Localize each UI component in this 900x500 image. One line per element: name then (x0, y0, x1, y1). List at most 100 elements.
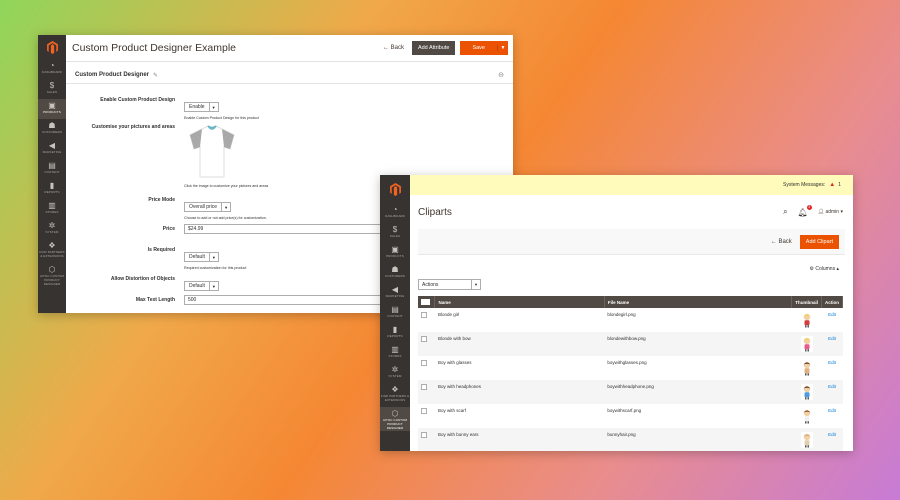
sidebar-item-reports[interactable]: ▮ REPORTS (38, 179, 66, 199)
table-row[interactable]: Boy with scarf boywithscarf.png Edit (418, 404, 843, 428)
sidebar-item-content[interactable]: ▤ CONTENT (38, 159, 66, 179)
admin-sidebar: ◔ DASHBOARD $ SALES ▣ PRODUCTS ☗ CUSTOMERS ◀ MARK… (380, 175, 410, 451)
sidebar-item-system[interactable]: ✲ SYSTEM (380, 363, 410, 383)
sidebar-item-marketing[interactable]: ◀ MARKETING (38, 139, 66, 159)
sidebar-item-content[interactable]: ▤ CONTENT (380, 303, 410, 323)
collapse-icon[interactable]: ⊖ (498, 71, 504, 79)
row-checkbox[interactable] (418, 404, 435, 428)
sidebar-item-partners[interactable]: ❖ FIND PARTNERS & EXTENSIONS (380, 383, 410, 407)
dashboard-icon: ◔ (392, 205, 398, 214)
sidebar-item-designer[interactable]: ⬡ AITOC CUSTOM PRODUCT DESIGNER (38, 263, 66, 287)
cell-file-name: blondegirl.png (607, 312, 636, 317)
cell-file-name: boywithheadphone.png (604, 380, 792, 404)
sidebar-item-designer[interactable]: ⬡ AITOC CUSTOM PRODUCT DESIGNER (380, 407, 410, 431)
table-row[interactable]: Blonde girl blondegirl.png Edit (418, 308, 843, 332)
gear-icon: ⚙ (809, 266, 814, 272)
clipart-thumbnail-image (800, 408, 813, 424)
edit-link[interactable]: Edit (828, 384, 836, 389)
sidebar-item-dashboard[interactable]: ◔ DASHBOARD (380, 203, 410, 223)
is-required-label: Is Required (147, 247, 175, 253)
row-checkbox[interactable] (418, 356, 435, 380)
sidebar-item-customers[interactable]: ☗ CUSTOMERS (38, 119, 66, 139)
is-required-select[interactable]: Default ▼ (184, 252, 219, 262)
cell-name: Boy with glasses (437, 360, 472, 365)
sidebar-item-sales[interactable]: $ SALES (38, 79, 66, 99)
edit-link[interactable]: Edit (828, 336, 836, 341)
sidebar-item-partners[interactable]: ❖ FIND PARTNERS & EXTENSIONS (38, 239, 66, 263)
cell-thumbnail (791, 380, 822, 404)
sales-icon: $ (49, 81, 55, 90)
add-attribute-button[interactable]: Add Attribute (411, 41, 456, 55)
magento-logo-icon[interactable] (38, 35, 66, 59)
save-dropdown-toggle[interactable]: ▼ (497, 45, 508, 51)
sidebar-item-label: SYSTEM (388, 374, 402, 378)
sidebar-item-dashboard[interactable]: ◔ DASHBOARD (38, 59, 66, 79)
column-thumbnail: Thumbnail (791, 296, 822, 308)
sidebar-item-products[interactable]: ▣ PRODUCTS (380, 243, 410, 263)
partners-icon: ❖ (391, 385, 399, 394)
enable-note: Enable Custom Product Design for this pr… (184, 116, 259, 120)
sidebar-item-sales[interactable]: $ SALES (380, 223, 410, 243)
marketing-icon: ◀ (391, 285, 399, 294)
max-text-label: Max Text Length (135, 297, 175, 303)
sidebar-item-reports[interactable]: ▮ REPORTS (380, 323, 410, 343)
add-clipart-button[interactable]: Add Clipart (799, 234, 839, 249)
table-row[interactable]: Boy with headphones boywithheadphone.png E… (418, 380, 843, 404)
page-actions-bar: ← Back Add Clipart (418, 229, 845, 255)
edit-link[interactable]: Edit (828, 432, 836, 437)
customers-icon: ☗ (391, 265, 399, 274)
sidebar-item-label: AITOC CUSTOM PRODUCT DESIGNER (382, 418, 408, 430)
search-icon[interactable]: ⌕ (783, 207, 787, 217)
back-label: Back (390, 45, 404, 51)
sidebar-item-label: CONTENT (387, 314, 403, 318)
magento-logo-icon[interactable] (380, 175, 410, 203)
system-messages-label: System Messages: (783, 182, 826, 188)
column-name[interactable]: Name (434, 296, 605, 308)
table-row[interactable]: Boy with glasses boywithglasses.png Edit (418, 356, 843, 380)
tshirt-preview-image[interactable] (184, 123, 240, 179)
system-messages-bar[interactable]: System Messages: ▲ 1 (410, 175, 853, 195)
column-file-name[interactable]: File Name (604, 296, 793, 308)
bell-icon[interactable]: 🔔︎ 3 (798, 204, 812, 217)
row-checkbox[interactable] (418, 380, 435, 404)
sidebar-item-marketing[interactable]: ◀ MARKETING (380, 283, 410, 303)
sidebar-item-products[interactable]: ▣ PRODUCTS (38, 99, 66, 119)
back-button[interactable]: ← Back (771, 239, 792, 245)
cell-name: Boy with headphones (434, 380, 605, 404)
customise-control: Click the image to customize your pictur… (184, 123, 268, 188)
pencil-icon[interactable]: ✎ (153, 72, 498, 79)
edit-link[interactable]: Edit (828, 360, 836, 365)
table-row[interactable]: Boy with bunny ears bunnyhair.png Edit (418, 428, 843, 451)
sidebar-item-customers[interactable]: ☗ CUSTOMERS (380, 263, 410, 283)
cell-action: Edit (821, 332, 843, 356)
sidebar-item-label: SALES (389, 234, 401, 238)
sidebar-item-system[interactable]: ✲ SYSTEM (38, 219, 66, 239)
row-checkbox[interactable] (418, 308, 435, 332)
enable-select[interactable]: Enable ▼ (184, 102, 219, 112)
back-button[interactable]: ← Back (383, 45, 404, 51)
select-all-checkbox[interactable] (418, 296, 436, 308)
row-checkbox[interactable] (418, 332, 435, 356)
edit-link[interactable]: Edit (828, 312, 836, 317)
actions-select[interactable]: Actions ▼ (418, 279, 481, 290)
cell-file-name: boywithglasses.png (607, 360, 647, 365)
price-mode-note: Choose to add or not add price(s) for cu… (184, 216, 267, 220)
user-menu[interactable]: 👤︎ admin ▾ (818, 209, 843, 215)
customers-icon: ☗ (48, 121, 56, 130)
columns-control[interactable]: ⚙ Columns ▴ (410, 259, 853, 279)
is-required-note: Required customization for this product (184, 266, 247, 270)
row-checkbox[interactable] (418, 428, 435, 451)
price-mode-select[interactable]: Overall price ▼ (184, 202, 232, 212)
page-header: Cliparts ⌕ 🔔︎ 3 👤︎ admin ▾ (410, 195, 853, 229)
save-button[interactable]: Save (460, 45, 497, 51)
chevron-down-icon: ▼ (208, 282, 218, 290)
customise-label: Customise your pictures and areas (91, 124, 175, 130)
stores-icon: ▥ (48, 201, 56, 210)
distortion-select[interactable]: Default ▼ (184, 281, 219, 291)
table-row[interactable]: Blonde with bow blondewithbow.png Edit (418, 332, 843, 356)
page-title: Custom Product Designer Example (72, 42, 236, 54)
sidebar-item-stores[interactable]: ▥ STORES (380, 343, 410, 363)
edit-link[interactable]: Edit (828, 408, 836, 413)
section-header[interactable]: Custom Product Designer ✎ ⊖ (66, 62, 513, 84)
sidebar-item-stores[interactable]: ▥ STORES (38, 199, 66, 219)
